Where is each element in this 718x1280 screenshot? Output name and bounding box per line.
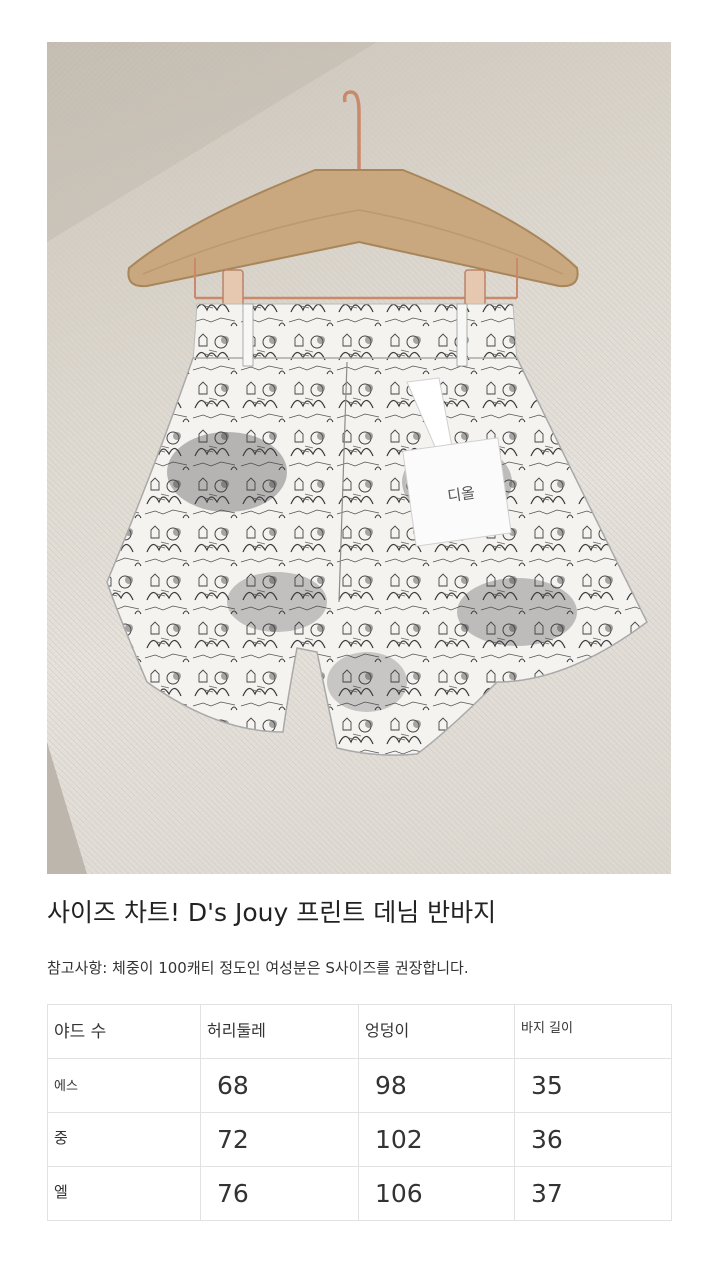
hip-value: 102 [358,1112,515,1167]
waist-value: 68 [200,1058,359,1113]
size-label: 엘 [47,1166,201,1221]
hip-value: 98 [358,1058,515,1113]
table-row: 엘 76 106 37 [47,1166,672,1221]
header-hip: 엉덩이 [358,1004,515,1059]
header-size: 야드 수 [47,1004,201,1059]
size-recommendation-note: 참고사항: 체중이 100캐티 정도인 여성분은 S사이즈를 권장합니다. [47,959,469,977]
waist-value: 72 [200,1112,359,1167]
length-value: 37 [514,1166,672,1221]
product-title: 사이즈 차트! D's Jouy 프린트 데님 반바지 [47,898,497,927]
size-label: 에스 [47,1058,201,1113]
product-photo: 디올 [47,42,671,874]
size-chart-table: 야드 수 허리둘레 엉덩이 바지 길이 에스 68 98 35 중 72 102… [47,1004,672,1221]
header-length: 바지 길이 [514,1004,672,1059]
table-header-row: 야드 수 허리둘레 엉덩이 바지 길이 [47,1004,672,1059]
header-waist: 허리둘레 [200,1004,359,1059]
waist-value: 76 [200,1166,359,1221]
length-value: 36 [514,1112,672,1167]
hip-value: 106 [358,1166,515,1221]
table-row: 중 72 102 36 [47,1112,672,1167]
table-row: 에스 68 98 35 [47,1058,672,1113]
length-value: 35 [514,1058,672,1113]
hang-tag-text: 디올 [446,484,476,506]
size-label: 중 [47,1112,201,1167]
